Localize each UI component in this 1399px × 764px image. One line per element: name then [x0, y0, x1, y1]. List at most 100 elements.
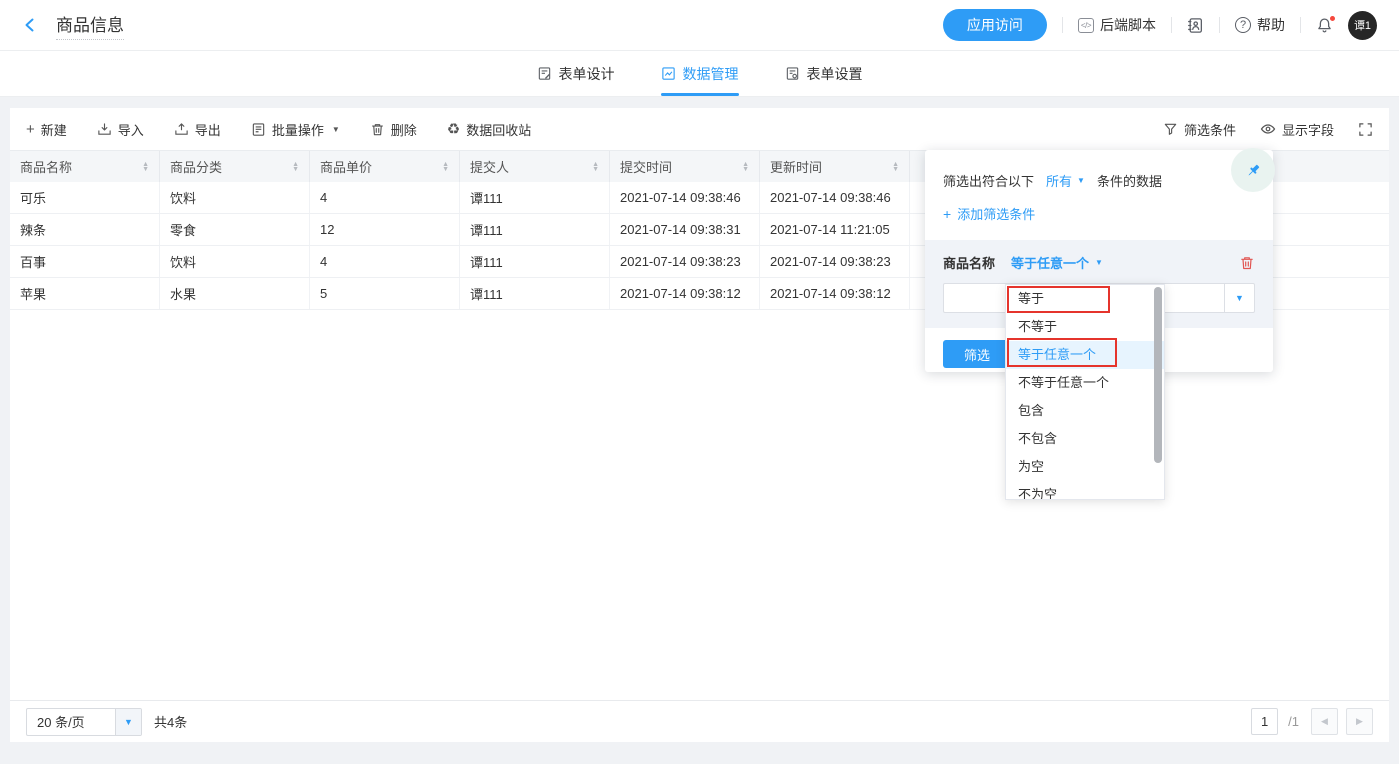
tab-label: 表单设置 [807, 64, 863, 84]
plus-icon: + [26, 122, 35, 137]
form-settings-icon [785, 66, 800, 81]
table-cell: 谭111 [460, 182, 610, 213]
table-cell: 饮料 [160, 246, 310, 277]
show-fields-button[interactable]: 显示字段 [1260, 120, 1334, 139]
fullscreen-icon [1358, 122, 1373, 137]
divider [1219, 17, 1220, 33]
backend-script-button[interactable]: </> 后端脚本 [1078, 15, 1156, 35]
filter-conditions-button[interactable]: 筛选条件 [1163, 120, 1236, 139]
operator-select[interactable]: 等于任意一个 ▼ [1011, 253, 1103, 272]
dropdown-scrollbar[interactable] [1154, 287, 1162, 463]
operator-option-equals[interactable]: 等于 [1006, 285, 1164, 313]
column-header-submit-time[interactable]: 提交时间 ▲▼ [610, 151, 760, 182]
filter-prefix: 筛选出符合以下 [943, 171, 1034, 190]
tab-data-management[interactable]: 数据管理 [661, 51, 739, 96]
delete-label: 删除 [391, 120, 417, 139]
table-cell: 零食 [160, 214, 310, 245]
recycle-label: 数据回收站 [466, 120, 531, 139]
question-icon: ? [1235, 17, 1251, 33]
table-cell: 谭111 [460, 278, 610, 309]
column-header-category[interactable]: 商品分类 ▲▼ [160, 151, 310, 182]
delete-condition-button[interactable] [1239, 255, 1255, 271]
apply-filter-button[interactable]: 筛选 [943, 340, 1011, 368]
notifications-button[interactable] [1316, 17, 1333, 34]
sort-icon[interactable]: ▲▼ [142, 162, 149, 172]
filter-conditions-label: 筛选条件 [1184, 120, 1236, 139]
recycle-bin-button[interactable]: ♻ 数据回收站 [447, 120, 531, 139]
new-button[interactable]: + 新建 [26, 120, 67, 139]
batch-operations-icon [251, 122, 266, 137]
operator-option-not-equals-any[interactable]: 不等于任意一个 [1006, 369, 1164, 397]
pin-button[interactable] [1231, 148, 1275, 192]
app-access-button[interactable]: 应用访问 [943, 9, 1047, 41]
page-size-select[interactable]: 20 条/页 ▼ [26, 708, 142, 736]
help-button[interactable]: ? 帮助 [1235, 15, 1285, 35]
column-header-product-name[interactable]: 商品名称 ▲▼ [10, 151, 160, 182]
code-icon: </> [1078, 18, 1094, 33]
next-page-button[interactable]: ▶ [1346, 708, 1373, 735]
plus-icon: + [943, 207, 951, 221]
filter-suffix: 条件的数据 [1097, 171, 1162, 190]
operator-option-not-contains[interactable]: 不包含 [1006, 425, 1164, 453]
import-button[interactable]: 导入 [97, 120, 144, 139]
operator-option-not-empty[interactable]: 不为空 [1006, 481, 1164, 500]
prev-page-button[interactable]: ◀ [1311, 708, 1338, 735]
next-icon: ▶ [1356, 716, 1363, 727]
pushpin-icon [1245, 162, 1262, 179]
sort-icon[interactable]: ▲▼ [442, 162, 449, 172]
operator-option-equals-any[interactable]: 等于任意一个 [1006, 341, 1164, 369]
operator-option-empty[interactable]: 为空 [1006, 453, 1164, 481]
value-dropdown-button[interactable]: ▼ [1224, 284, 1254, 312]
pagination-bar: 20 条/页 ▼ 共4条 1 /1 ◀ ▶ [10, 700, 1389, 742]
show-fields-label: 显示字段 [1282, 120, 1334, 139]
column-header-update-time[interactable]: 更新时间 ▲▼ [760, 151, 910, 182]
match-mode-value: 所有 [1046, 171, 1072, 190]
back-button[interactable] [22, 17, 38, 33]
table-cell: 苹果 [10, 278, 160, 309]
table-cell: 饮料 [160, 182, 310, 213]
batch-label: 批量操作 [272, 120, 324, 139]
caret-down-icon: ▼ [1077, 176, 1085, 185]
table-cell: 可乐 [10, 182, 160, 213]
filter-mode-row: 筛选出符合以下 所有 ▼ 条件的数据 [925, 150, 1273, 190]
export-icon [174, 122, 189, 137]
column-header-price[interactable]: 商品单价 ▲▼ [310, 151, 460, 182]
caret-down-icon: ▼ [332, 125, 340, 134]
current-page-box[interactable]: 1 [1251, 708, 1278, 735]
table-cell: 2021-07-14 09:38:12 [760, 278, 910, 309]
divider [1300, 17, 1301, 33]
caret-down-icon: ▼ [115, 709, 141, 735]
new-label: 新建 [41, 120, 67, 139]
help-label: 帮助 [1257, 15, 1285, 35]
tab-form-design[interactable]: 表单设计 [537, 51, 615, 96]
match-mode-select[interactable]: 所有 ▼ [1046, 171, 1085, 190]
operator-option-contains[interactable]: 包含 [1006, 397, 1164, 425]
tab-form-settings[interactable]: 表单设置 [785, 51, 863, 96]
trash-icon [370, 122, 385, 137]
batch-operations-button[interactable]: 批量操作 ▼ [251, 120, 340, 139]
filter-footer: 筛选 [943, 340, 1011, 368]
operator-option-not-equals[interactable]: 不等于 [1006, 313, 1164, 341]
sort-icon[interactable]: ▲▼ [742, 162, 749, 172]
data-management-icon [661, 66, 676, 81]
recycle-icon: ♻ [447, 122, 460, 137]
sort-icon[interactable]: ▲▼ [892, 162, 899, 172]
toolbar-right: 筛选条件 显示字段 [1163, 120, 1373, 139]
table-cell: 2021-07-14 09:38:31 [610, 214, 760, 245]
address-book-button[interactable] [1187, 17, 1204, 34]
add-condition-button[interactable]: + 添加筛选条件 [925, 190, 1273, 223]
sort-icon[interactable]: ▲▼ [592, 162, 599, 172]
operator-value: 等于任意一个 [1011, 253, 1089, 272]
fullscreen-button[interactable] [1358, 122, 1373, 137]
table-cell: 谭111 [460, 246, 610, 277]
export-label: 导出 [195, 120, 221, 139]
export-button[interactable]: 导出 [174, 120, 221, 139]
caret-down-icon: ▼ [1095, 258, 1103, 267]
sort-icon[interactable]: ▲▼ [292, 162, 299, 172]
app-header: 商品信息 应用访问 </> 后端脚本 ? 帮助 [0, 0, 1399, 51]
column-header-submitter[interactable]: 提交人 ▲▼ [460, 151, 610, 182]
avatar[interactable]: 谭1 [1348, 11, 1377, 40]
form-design-icon [537, 66, 552, 81]
delete-button[interactable]: 删除 [370, 120, 417, 139]
page-count: /1 [1288, 714, 1299, 729]
